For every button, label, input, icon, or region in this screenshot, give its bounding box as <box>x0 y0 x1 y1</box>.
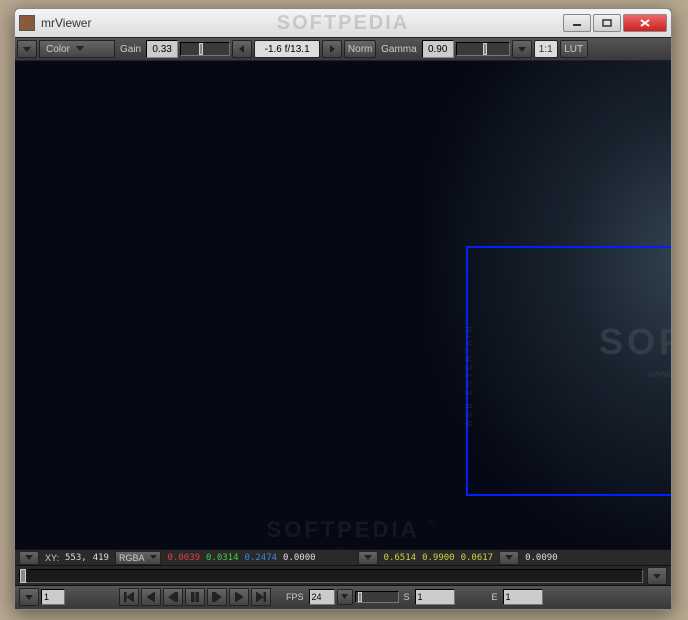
exposure-up-button[interactable] <box>322 40 342 58</box>
x-value: 553, <box>65 553 87 563</box>
minimize-button[interactable] <box>563 14 591 32</box>
exposure-down-button[interactable] <box>232 40 252 58</box>
watermark-top: SOFTPEDIA <box>277 12 409 35</box>
playback-bar: FPS S E <box>15 585 671 607</box>
toolbar-top: Color Gain -1.6 f/13.1 Norm Gamma 1:1 LU… <box>15 37 671 61</box>
y-value: 419 <box>93 553 109 563</box>
hsv-menu-button[interactable] <box>358 551 378 565</box>
watermark-big: SOFT <box>599 321 671 363</box>
pause-button[interactable] <box>185 588 205 606</box>
exposure-display: -1.6 f/13.1 <box>254 40 320 58</box>
close-button[interactable] <box>623 14 667 32</box>
pixel-menu-button[interactable] <box>19 551 39 565</box>
lum-value: 0.0090 <box>525 553 558 563</box>
channel-dropdown[interactable]: Color <box>39 40 115 58</box>
step-back-icon <box>147 592 155 602</box>
rgba-label: RGBA <box>119 553 145 563</box>
menu-button[interactable] <box>17 40 37 58</box>
step-forward-icon <box>235 592 243 602</box>
watermark-tm: ™ <box>426 519 435 529</box>
titlebar[interactable]: mrViewer SOFTPEDIA <box>15 9 671 37</box>
maximize-button[interactable] <box>593 14 621 32</box>
gain-input[interactable] <box>146 40 178 58</box>
normalize-button[interactable]: Norm <box>344 40 376 58</box>
play-backward-button[interactable] <box>163 588 183 606</box>
gain-slider[interactable] <box>180 42 230 56</box>
play-forward-button[interactable] <box>207 588 227 606</box>
app-icon <box>19 15 35 31</box>
start-frame-input[interactable] <box>415 589 455 605</box>
chevron-down-icon <box>24 593 34 601</box>
chevron-down-icon <box>504 554 514 561</box>
gain-label: Gain <box>117 44 144 55</box>
watermark-bottom-url: www.softpedia.com <box>309 546 378 549</box>
channel-label: Color <box>46 44 70 55</box>
chevron-down-icon <box>652 572 662 580</box>
window-title: mrViewer <box>41 16 91 30</box>
zoom-fit-button[interactable]: 1:1 <box>534 40 558 58</box>
skip-end-icon <box>256 592 266 602</box>
end-label: E <box>489 592 501 602</box>
watermark-url: www.so <box>649 369 671 380</box>
play-reverse-icon <box>168 592 178 602</box>
play-icon <box>212 592 222 602</box>
a-value: 0.0000 <box>283 553 316 563</box>
fps-label: FPS <box>283 592 307 602</box>
chevron-down-icon <box>363 554 373 561</box>
chevron-down-icon <box>150 555 157 560</box>
b-value: 0.2474 <box>245 553 278 563</box>
r-value: 0.0039 <box>167 553 200 563</box>
chevron-down-icon <box>22 45 32 53</box>
timeline-bar <box>15 565 671 585</box>
lut-button[interactable]: LUT <box>560 40 588 58</box>
timeline-slider[interactable] <box>19 569 643 583</box>
chevron-right-icon <box>329 45 335 53</box>
chevron-down-icon <box>24 554 34 561</box>
fps-slider[interactable] <box>355 591 399 603</box>
gamma-input[interactable] <box>422 40 454 58</box>
selection-rectangle <box>466 246 671 496</box>
lum-menu-button[interactable] <box>499 551 519 565</box>
timeline-menu-button[interactable] <box>647 567 667 585</box>
step-forward-button[interactable] <box>229 588 249 606</box>
hsv-s-value: 0.9900 <box>422 553 455 563</box>
chevron-down-icon <box>76 46 84 52</box>
hsv-v-value: 0.0617 <box>461 553 494 563</box>
chevron-down-icon <box>517 45 527 53</box>
maximize-icon <box>602 19 612 27</box>
pause-icon <box>191 592 199 602</box>
watermark-side: WEB ENTERTAIN <box>464 323 473 427</box>
rgba-dropdown[interactable]: RGBA <box>115 551 162 565</box>
zoom-menu-button[interactable] <box>512 40 532 58</box>
start-label: S <box>401 592 413 602</box>
minimize-icon <box>572 19 582 27</box>
goto-start-button[interactable] <box>119 588 139 606</box>
fps-menu-button[interactable] <box>337 589 353 605</box>
g-value: 0.0314 <box>206 553 239 563</box>
goto-end-button[interactable] <box>251 588 271 606</box>
hsv-h-value: 0.6514 <box>384 553 417 563</box>
gamma-label: Gamma <box>378 44 420 55</box>
gamma-slider[interactable] <box>456 42 510 56</box>
info-bar: XY: 553, 419 RGBA 0.0039 0.0314 0.2474 0… <box>15 549 671 565</box>
close-icon <box>639 18 651 28</box>
timeline-thumb[interactable] <box>20 569 26 583</box>
current-frame-input[interactable] <box>41 589 65 605</box>
skip-start-icon <box>124 592 134 602</box>
chevron-down-icon <box>340 593 349 600</box>
xy-label: XY: <box>45 553 59 563</box>
playback-menu-button[interactable] <box>19 588 39 606</box>
viewport[interactable]: SOFT www.so WEB ENTERTAIN SOFTPEDIA ™ ww… <box>15 61 671 549</box>
watermark-bottom: SOFTPEDIA <box>267 517 420 543</box>
chevron-left-icon <box>239 45 245 53</box>
fps-input[interactable] <box>309 589 335 605</box>
step-back-button[interactable] <box>141 588 161 606</box>
end-frame-input[interactable] <box>503 589 543 605</box>
